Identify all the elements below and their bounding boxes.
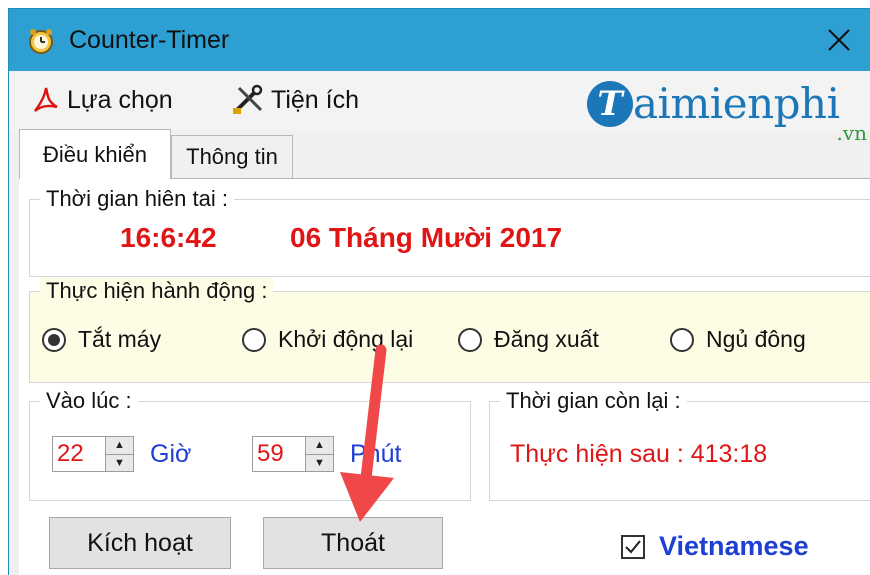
- action-group: Thực hiện hành động : Tắt máy Khởi động …: [29, 278, 870, 383]
- arrow-up-icon[interactable]: ▲: [306, 437, 333, 455]
- hour-stepper[interactable]: 22 ▲ ▼ Giờ: [52, 434, 191, 474]
- clock-date: 06 Tháng Mười 2017: [290, 222, 563, 253]
- schedule-label: Vào lúc :: [40, 388, 138, 414]
- tab-control[interactable]: Điều khiển: [19, 129, 171, 179]
- minute-unit-label: Phút: [350, 439, 402, 468]
- exit-button[interactable]: Thoát: [263, 517, 443, 569]
- tab-panel-control: Thời gian hiên tai : 16:6:42 06 Tháng Mư…: [19, 178, 870, 575]
- logo-suffix: .vn: [836, 121, 867, 145]
- radio-restart[interactable]: Khởi động lại: [242, 326, 413, 353]
- minute-input[interactable]: 59: [252, 436, 306, 472]
- hour-unit-label: Giờ: [150, 439, 192, 468]
- language-checkbox[interactable]: Vietnamese: [621, 531, 809, 562]
- minute-stepper[interactable]: 59 ▲ ▼ Phút: [252, 434, 401, 474]
- action-label: Thực hiện hành động :: [40, 278, 274, 304]
- menu-item-options[interactable]: Lựa chọn: [31, 83, 173, 117]
- alarm-clock-icon: [27, 27, 55, 55]
- radio-shutdown[interactable]: Tắt máy: [42, 326, 161, 353]
- radio-circle: [458, 327, 482, 352]
- radio-hibernate[interactable]: Ngủ đông: [670, 326, 806, 353]
- check-icon: [625, 539, 641, 553]
- checkbox-box[interactable]: [621, 534, 645, 559]
- menu-item-label: Lựa chọn: [67, 85, 173, 114]
- menu-item-label: Tiện ích: [271, 85, 360, 114]
- title-bar[interactable]: Counter-Timer: [9, 9, 870, 71]
- radio-circle: [242, 327, 266, 352]
- menu-item-utilities[interactable]: Tiện ích: [231, 83, 359, 117]
- logo-text: aimienphi: [633, 79, 840, 128]
- current-time-group: Thời gian hiên tai : 16:6:42 06 Tháng Mư…: [29, 186, 870, 277]
- remaining-label: Thời gian còn lại :: [500, 388, 687, 414]
- hour-spin-buttons[interactable]: ▲ ▼: [106, 436, 134, 472]
- arrow-down-icon[interactable]: ▼: [306, 455, 333, 472]
- logo-initial: T: [587, 81, 633, 127]
- activate-button[interactable]: Kích hoạt: [49, 517, 231, 569]
- radio-circle: [42, 327, 66, 352]
- radio-label: Ngủ đông: [706, 326, 806, 352]
- radio-logout[interactable]: Đăng xuất: [458, 326, 599, 353]
- app-window: Counter-Timer Lựa chọn Tiện ích T aimien…: [8, 8, 870, 575]
- current-time-label: Thời gian hiên tai :: [40, 186, 234, 212]
- tools-icon: [233, 84, 263, 114]
- radio-label: Đăng xuất: [494, 326, 599, 352]
- close-button[interactable]: [808, 9, 870, 71]
- radio-circle: [670, 327, 694, 352]
- radio-label: Khởi động lại: [278, 326, 414, 352]
- tab-info[interactable]: Thông tin: [171, 135, 293, 179]
- close-icon: [828, 29, 850, 51]
- remaining-group: Thời gian còn lại : Thực hiện sau : 413:…: [489, 388, 870, 501]
- minute-spin-buttons[interactable]: ▲ ▼: [306, 436, 334, 472]
- remaining-value: Thực hiện sau : 413:18: [510, 440, 768, 468]
- acrobat-icon: [34, 87, 58, 112]
- language-label: Vietnamese: [659, 531, 809, 561]
- schedule-group: Vào lúc : 22 ▲ ▼ Giờ 59 ▲ ▼ Phút: [29, 388, 471, 501]
- clock-time: 16:6:42: [120, 222, 217, 253]
- hour-input[interactable]: 22: [52, 436, 106, 472]
- radio-label: Tắt máy: [78, 326, 162, 352]
- arrow-down-icon[interactable]: ▼: [106, 455, 133, 472]
- arrow-up-icon[interactable]: ▲: [106, 437, 133, 455]
- window-title: Counter-Timer: [69, 26, 230, 54]
- taimienphi-logo: T aimienphi .vn: [585, 77, 870, 145]
